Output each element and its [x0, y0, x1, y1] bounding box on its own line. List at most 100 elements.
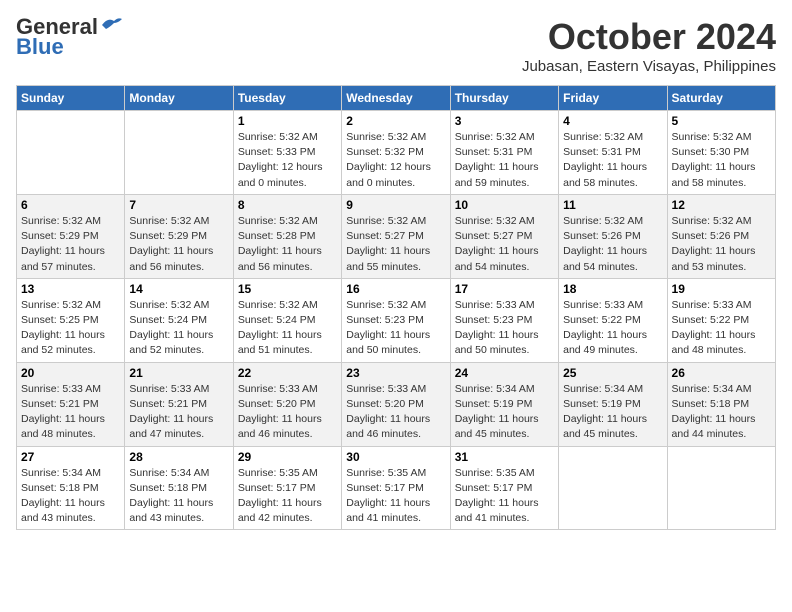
- day-number: 5: [672, 114, 771, 128]
- calendar-cell: 28 Sunrise: 5:34 AM Sunset: 5:18 PM Dayli…: [125, 446, 233, 530]
- calendar-table: SundayMondayTuesdayWednesdayThursdayFrid…: [16, 85, 776, 530]
- day-info: Sunrise: 5:32 AM Sunset: 5:24 PM Dayligh…: [238, 298, 337, 359]
- calendar-cell: 22 Sunrise: 5:33 AM Sunset: 5:20 PM Dayli…: [233, 362, 341, 446]
- day-info: Sunrise: 5:33 AM Sunset: 5:20 PM Dayligh…: [238, 382, 337, 443]
- calendar-week-row: 6 Sunrise: 5:32 AM Sunset: 5:29 PM Daylig…: [17, 194, 776, 278]
- month-title: October 2024: [522, 16, 776, 58]
- calendar-cell: 13Sunrise: 5:32 AM Sunset: 5:25 PM Dayli…: [17, 278, 125, 362]
- day-info: Sunrise: 5:34 AM Sunset: 5:19 PM Dayligh…: [455, 382, 554, 443]
- day-info: Sunrise: 5:33 AM Sunset: 5:20 PM Dayligh…: [346, 382, 445, 443]
- calendar-cell: 16Sunrise: 5:32 AM Sunset: 5:23 PM Dayli…: [342, 278, 450, 362]
- day-number: 18: [563, 282, 662, 296]
- day-info: Sunrise: 5:32 AM Sunset: 5:26 PM Dayligh…: [672, 214, 771, 275]
- day-number: 21: [129, 366, 228, 380]
- calendar-cell: 25Sunrise: 5:34 AM Sunset: 5:19 PM Dayli…: [559, 362, 667, 446]
- day-info: Sunrise: 5:32 AM Sunset: 5:27 PM Dayligh…: [346, 214, 445, 275]
- location-title: Jubasan, Eastern Visayas, Philippines: [522, 58, 776, 75]
- day-number: 4: [563, 114, 662, 128]
- title-area: October 2024 Jubasan, Eastern Visayas, P…: [522, 16, 776, 75]
- day-info: Sunrise: 5:32 AM Sunset: 5:27 PM Dayligh…: [455, 214, 554, 275]
- calendar-cell: 31 Sunrise: 5:35 AM Sunset: 5:17 PM Dayli…: [450, 446, 558, 530]
- calendar-cell: 27Sunrise: 5:34 AM Sunset: 5:18 PM Dayli…: [17, 446, 125, 530]
- day-info: Sunrise: 5:32 AM Sunset: 5:29 PM Dayligh…: [129, 214, 228, 275]
- day-info: Sunrise: 5:32 AM Sunset: 5:26 PM Dayligh…: [563, 214, 662, 275]
- day-info: Sunrise: 5:33 AM Sunset: 5:21 PM Dayligh…: [21, 382, 120, 443]
- day-info: Sunrise: 5:32 AM Sunset: 5:25 PM Dayligh…: [21, 298, 120, 359]
- logo-bird-icon: [100, 15, 122, 33]
- calendar-cell: 18 Sunrise: 5:33 AM Sunset: 5:22 PM Dayli…: [559, 278, 667, 362]
- day-number: 26: [672, 366, 771, 380]
- calendar-cell: [125, 111, 233, 195]
- day-number: 16: [346, 282, 445, 296]
- calendar-cell: [667, 446, 775, 530]
- day-info: Sunrise: 5:32 AM Sunset: 5:29 PM Dayligh…: [21, 214, 120, 275]
- day-number: 6: [21, 198, 120, 212]
- day-info: Sunrise: 5:33 AM Sunset: 5:21 PM Dayligh…: [129, 382, 228, 443]
- day-number: 3: [455, 114, 554, 128]
- calendar-cell: [559, 446, 667, 530]
- calendar-cell: 5Sunrise: 5:32 AM Sunset: 5:30 PM Daylig…: [667, 111, 775, 195]
- weekday-header-tuesday: Tuesday: [233, 86, 341, 111]
- calendar-week-row: 20 Sunrise: 5:33 AM Sunset: 5:21 PM Dayli…: [17, 362, 776, 446]
- calendar-cell: 12 Sunrise: 5:32 AM Sunset: 5:26 PM Dayli…: [667, 194, 775, 278]
- calendar-week-row: 13Sunrise: 5:32 AM Sunset: 5:25 PM Dayli…: [17, 278, 776, 362]
- day-number: 8: [238, 198, 337, 212]
- calendar-cell: 8 Sunrise: 5:32 AM Sunset: 5:28 PM Daylig…: [233, 194, 341, 278]
- day-number: 22: [238, 366, 337, 380]
- calendar-cell: 3Sunrise: 5:32 AM Sunset: 5:31 PM Daylig…: [450, 111, 558, 195]
- day-number: 7: [129, 198, 228, 212]
- calendar-cell: 2Sunrise: 5:32 AM Sunset: 5:32 PM Daylig…: [342, 111, 450, 195]
- day-number: 23: [346, 366, 445, 380]
- day-info: Sunrise: 5:35 AM Sunset: 5:17 PM Dayligh…: [455, 466, 554, 527]
- day-number: 28: [129, 450, 228, 464]
- calendar-cell: 15 Sunrise: 5:32 AM Sunset: 5:24 PM Dayli…: [233, 278, 341, 362]
- day-info: Sunrise: 5:32 AM Sunset: 5:32 PM Dayligh…: [346, 130, 445, 191]
- calendar-cell: 6 Sunrise: 5:32 AM Sunset: 5:29 PM Daylig…: [17, 194, 125, 278]
- calendar-cell: [17, 111, 125, 195]
- logo-blue-text: Blue: [16, 36, 64, 58]
- day-info: Sunrise: 5:34 AM Sunset: 5:18 PM Dayligh…: [21, 466, 120, 527]
- day-number: 14: [129, 282, 228, 296]
- calendar-cell: 24 Sunrise: 5:34 AM Sunset: 5:19 PM Dayli…: [450, 362, 558, 446]
- day-number: 20: [21, 366, 120, 380]
- weekday-header-wednesday: Wednesday: [342, 86, 450, 111]
- day-number: 12: [672, 198, 771, 212]
- calendar-cell: 11 Sunrise: 5:32 AM Sunset: 5:26 PM Dayli…: [559, 194, 667, 278]
- day-number: 15: [238, 282, 337, 296]
- calendar-cell: 30Sunrise: 5:35 AM Sunset: 5:17 PM Dayli…: [342, 446, 450, 530]
- calendar-cell: 7 Sunrise: 5:32 AM Sunset: 5:29 PM Daylig…: [125, 194, 233, 278]
- calendar-cell: 26Sunrise: 5:34 AM Sunset: 5:18 PM Dayli…: [667, 362, 775, 446]
- day-info: Sunrise: 5:33 AM Sunset: 5:23 PM Dayligh…: [455, 298, 554, 359]
- weekday-header-monday: Monday: [125, 86, 233, 111]
- calendar-cell: 17 Sunrise: 5:33 AM Sunset: 5:23 PM Dayli…: [450, 278, 558, 362]
- day-number: 31: [455, 450, 554, 464]
- day-number: 29: [238, 450, 337, 464]
- day-number: 19: [672, 282, 771, 296]
- day-info: Sunrise: 5:32 AM Sunset: 5:33 PM Dayligh…: [238, 130, 337, 191]
- logo: General Blue: [16, 16, 122, 58]
- day-info: Sunrise: 5:34 AM Sunset: 5:18 PM Dayligh…: [129, 466, 228, 527]
- day-info: Sunrise: 5:33 AM Sunset: 5:22 PM Dayligh…: [563, 298, 662, 359]
- weekday-header-row: SundayMondayTuesdayWednesdayThursdayFrid…: [17, 86, 776, 111]
- calendar-cell: 20 Sunrise: 5:33 AM Sunset: 5:21 PM Dayli…: [17, 362, 125, 446]
- weekday-header-thursday: Thursday: [450, 86, 558, 111]
- day-info: Sunrise: 5:35 AM Sunset: 5:17 PM Dayligh…: [346, 466, 445, 527]
- calendar-cell: 23 Sunrise: 5:33 AM Sunset: 5:20 PM Dayli…: [342, 362, 450, 446]
- day-info: Sunrise: 5:32 AM Sunset: 5:28 PM Dayligh…: [238, 214, 337, 275]
- day-number: 24: [455, 366, 554, 380]
- weekday-header-sunday: Sunday: [17, 86, 125, 111]
- day-number: 25: [563, 366, 662, 380]
- calendar-cell: 4 Sunrise: 5:32 AM Sunset: 5:31 PM Daylig…: [559, 111, 667, 195]
- day-number: 10: [455, 198, 554, 212]
- day-info: Sunrise: 5:32 AM Sunset: 5:24 PM Dayligh…: [129, 298, 228, 359]
- day-info: Sunrise: 5:32 AM Sunset: 5:31 PM Dayligh…: [563, 130, 662, 191]
- calendar-week-row: 1Sunrise: 5:32 AM Sunset: 5:33 PM Daylig…: [17, 111, 776, 195]
- page-header: General Blue October 2024 Jubasan, Easte…: [16, 16, 776, 75]
- day-number: 11: [563, 198, 662, 212]
- weekday-header-saturday: Saturday: [667, 86, 775, 111]
- calendar-cell: 29 Sunrise: 5:35 AM Sunset: 5:17 PM Dayli…: [233, 446, 341, 530]
- day-info: Sunrise: 5:35 AM Sunset: 5:17 PM Dayligh…: [238, 466, 337, 527]
- calendar-cell: 19 Sunrise: 5:33 AM Sunset: 5:22 PM Dayli…: [667, 278, 775, 362]
- day-number: 17: [455, 282, 554, 296]
- day-info: Sunrise: 5:33 AM Sunset: 5:22 PM Dayligh…: [672, 298, 771, 359]
